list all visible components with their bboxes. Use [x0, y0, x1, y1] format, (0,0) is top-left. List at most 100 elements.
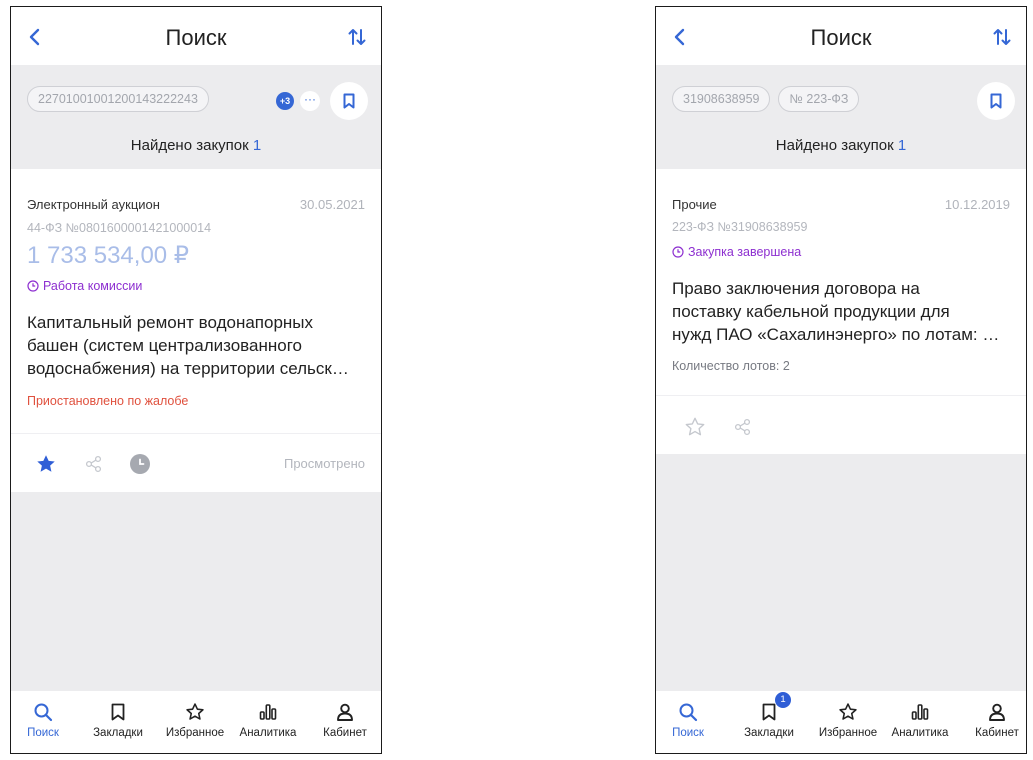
more-filters-count-badge[interactable]: +3 — [276, 92, 294, 110]
purchase-type: Электронный аукцион — [27, 197, 160, 212]
bookmark-icon — [111, 703, 125, 721]
share-button[interactable] — [730, 414, 756, 440]
favorite-button[interactable] — [682, 414, 708, 440]
purchase-description: Капитальный ремонт водонапорных башен (с… — [27, 311, 365, 380]
results-count-label: Найдено закупок — [130, 137, 249, 154]
tab-label: Избранное — [165, 727, 225, 739]
tab-bookmarks[interactable]: 1 Закладки — [733, 692, 805, 739]
search-icon — [679, 703, 698, 722]
sort-button[interactable] — [345, 25, 369, 49]
purchase-description: Право заключения договора на поставку ка… — [672, 277, 1010, 346]
clock-icon — [672, 246, 684, 258]
star-filled-icon — [37, 455, 55, 472]
share-icon — [734, 418, 751, 436]
tab-analytics[interactable]: Аналитика — [884, 701, 956, 739]
left-screen: Поиск 22701001001200143222243 +3 ··· Най… — [10, 6, 382, 754]
tab-favorites[interactable]: Избранное — [159, 701, 231, 739]
description-line: водоснабжения) на территории сельск… — [27, 359, 349, 378]
top-bar: Поиск — [656, 7, 1026, 65]
purchase-status: Закупка завершена — [672, 245, 801, 259]
user-icon — [337, 703, 353, 721]
tab-cabinet[interactable]: Кабинет — [961, 701, 1026, 739]
purchase-card[interactable]: Прочие 10.12.2019 223-ФЗ №31908638959 За… — [656, 169, 1026, 396]
sort-icon — [348, 29, 366, 45]
description-line: Право заключения договора на — [672, 279, 920, 298]
purchase-status-text: Работа комиссии — [43, 279, 143, 293]
analytics-icon — [911, 704, 929, 720]
empty-area — [656, 454, 1026, 693]
complaint-warning: Приостановлено по жалобе — [27, 394, 189, 408]
bottom-tab-bar: Поиск Закладки Избранное Аналитика Кабин… — [11, 691, 381, 753]
favorite-button[interactable] — [33, 451, 59, 477]
search-icon — [34, 703, 53, 722]
history-button[interactable] — [127, 451, 153, 477]
save-search-button[interactable] — [330, 82, 368, 120]
description-line: поставку кабельной продукции для — [672, 302, 950, 321]
tab-search[interactable]: Поиск — [656, 701, 724, 739]
tab-favorites[interactable]: Избранное — [812, 701, 884, 739]
star-icon — [839, 703, 857, 720]
purchase-date: 10.12.2019 — [944, 197, 1010, 212]
viewed-label: Просмотрено — [283, 456, 365, 471]
user-icon — [989, 703, 1005, 721]
tab-label: Закладки — [744, 727, 794, 739]
more-filters-button[interactable]: ··· — [300, 91, 320, 111]
filter-chip[interactable]: № 223-ФЗ — [778, 86, 860, 112]
sort-button[interactable] — [990, 25, 1014, 49]
lots-count: Количество лотов: 2 — [672, 359, 790, 373]
results-count-value: 1 — [897, 137, 907, 154]
card-actions-row: Просмотрено — [11, 434, 381, 492]
purchase-price: 1 733 534,00 ₽ — [27, 242, 190, 269]
top-bar: Поиск — [11, 7, 381, 65]
bottom-tab-bar: Поиск 1 Закладки Избранное Аналитика Каб… — [656, 691, 1026, 753]
clock-filled-icon — [130, 454, 150, 474]
purchase-status: Работа комиссии — [27, 279, 142, 293]
results-count-label: Найдено закупок — [775, 137, 894, 154]
results-count-value: 1 — [252, 137, 262, 154]
purchase-reg-number: 44-ФЗ №0801600001421000014 — [27, 221, 212, 235]
filter-bar: 31908638959 № 223-ФЗ Найдено закупок 1 — [656, 65, 1026, 169]
tab-label: Кабинет — [975, 727, 1019, 739]
empty-area — [11, 492, 381, 693]
save-search-button[interactable] — [977, 82, 1015, 120]
description-line: башен (систем централизованного — [27, 336, 302, 355]
purchase-date: 30.05.2021 — [299, 197, 365, 212]
description-line: нужд ПАО «Сахалинэнерго» по лотам: … — [672, 325, 1000, 344]
purchase-status-text: Закупка завершена — [688, 245, 802, 259]
tab-label: Аналитика — [891, 727, 949, 739]
tab-label: Поиск — [672, 727, 704, 739]
page-title: Поиск — [165, 25, 227, 50]
tab-label: Поиск — [27, 727, 59, 739]
filter-chip[interactable]: 31908638959 — [672, 86, 771, 112]
bookmark-icon — [990, 93, 1002, 109]
results-count: Найдено закупок 1 — [11, 137, 381, 154]
tab-bookmarks[interactable]: Закладки — [82, 701, 154, 739]
description-line: Капитальный ремонт водонапорных — [27, 313, 314, 332]
tab-cabinet[interactable]: Кабинет — [309, 701, 381, 739]
tab-analytics[interactable]: Аналитика — [232, 701, 304, 739]
analytics-icon — [259, 704, 277, 720]
bookmark-icon — [762, 703, 776, 721]
purchase-reg-number: 223-ФЗ №31908638959 — [672, 220, 808, 234]
filter-bar: 22701001001200143222243 +3 ··· Найдено з… — [11, 65, 381, 169]
purchase-card[interactable]: Электронный аукцион 30.05.2021 44-ФЗ №08… — [11, 169, 381, 434]
tab-label: Кабинет — [323, 727, 367, 739]
tab-label: Аналитика — [239, 727, 297, 739]
bookmark-icon — [343, 93, 355, 109]
clock-icon — [27, 280, 39, 292]
star-icon — [186, 703, 204, 720]
card-actions-row — [656, 396, 1026, 454]
share-icon — [85, 455, 102, 473]
tab-search[interactable]: Поиск — [11, 701, 79, 739]
tab-label: Избранное — [818, 727, 878, 739]
tab-label: Закладки — [93, 727, 143, 739]
filter-chip[interactable]: 22701001001200143222243 — [27, 86, 209, 112]
star-icon — [685, 417, 705, 436]
right-screen: Поиск 31908638959 № 223-ФЗ Найдено закуп… — [655, 6, 1027, 754]
purchase-type: Прочие — [672, 197, 717, 212]
page-title: Поиск — [810, 25, 872, 50]
bookmarks-badge: 1 — [775, 692, 791, 708]
sort-icon — [993, 29, 1011, 45]
share-button[interactable] — [81, 451, 107, 477]
results-count: Найдено закупок 1 — [656, 137, 1026, 154]
